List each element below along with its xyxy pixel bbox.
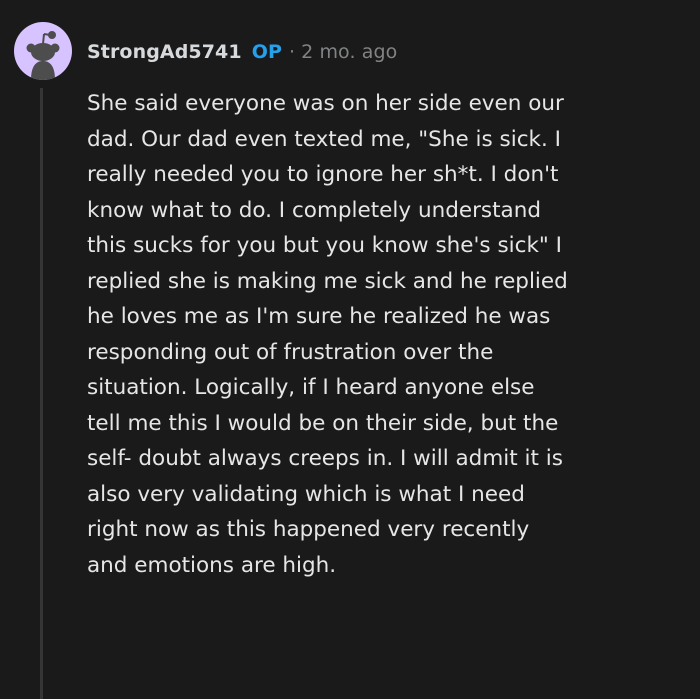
comment-body-line: replied she is making me sick and he rep… — [87, 268, 568, 294]
author-username[interactable]: StrongAd5741 — [87, 41, 242, 63]
comment-body-line: self- doubt always creeps in. I will adm… — [87, 446, 563, 471]
comment-body-line: this sucks for you but you know she's si… — [87, 233, 562, 258]
meta-separator: · — [288, 41, 296, 63]
comment-body-line: right now as this happened very recently — [87, 517, 530, 542]
comment-body-line: he loves me as I'm sure he realized he w… — [87, 304, 551, 329]
comment-body-line: tell me this I would be on their side, b… — [87, 410, 559, 436]
comment-timestamp[interactable]: 2 mo. ago — [301, 41, 397, 63]
comment-header: StrongAd5741 OP · 2 mo. ago — [87, 36, 397, 68]
comment-body-line: She said everyone was on her side even o… — [87, 91, 564, 116]
comment-body-line: really needed you to ignore her sh*t. I … — [87, 162, 559, 187]
comment-body-line: also very validating which is what I nee… — [87, 481, 525, 507]
comment-body-line: situation. Logically, if I heard anyone … — [87, 375, 535, 400]
snoo-avatar-icon[interactable] — [14, 22, 72, 80]
thread-collapse-line[interactable] — [40, 88, 43, 699]
comment-body-line: know what to do. I completely understand — [87, 197, 541, 223]
comment: StrongAd5741 OP · 2 mo. ago She said eve… — [0, 0, 700, 699]
comment-body-line: and emotions are high. — [87, 552, 337, 578]
comment-body: She said everyone was on her side even o… — [87, 86, 687, 583]
comment-body-line: responding out of frustration over the — [87, 339, 494, 365]
op-badge: OP — [251, 41, 282, 63]
comment-body-line: dad. Our dad even texted me, "She is sic… — [87, 126, 561, 152]
